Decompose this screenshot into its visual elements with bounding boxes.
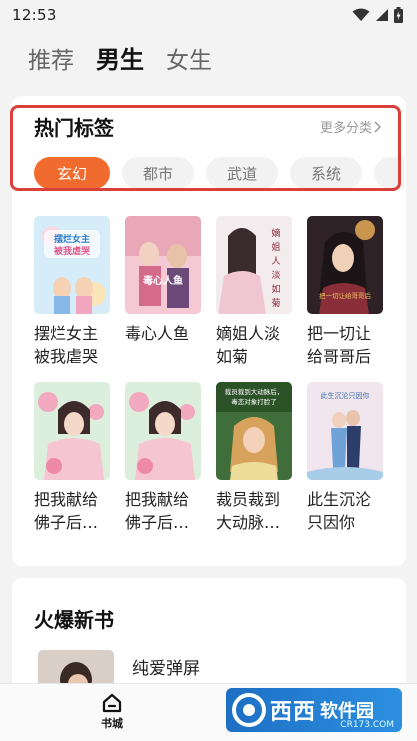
status-icons xyxy=(352,7,403,23)
watermark-url: CR173.COM xyxy=(340,720,394,730)
book-item[interactable]: 裁员裁到大动脉后， 毒恋对象打脸了 裁员裁到大动脉… xyxy=(216,382,292,534)
svg-text:裁员裁到大动脉后，: 裁员裁到大动脉后， xyxy=(225,387,284,396)
logo-icon xyxy=(232,693,266,727)
svg-text:摆烂女主: 摆烂女主 xyxy=(54,233,90,245)
status-bar: 12:53 xyxy=(0,0,417,30)
tag-chip[interactable]: 玄幻 xyxy=(34,157,110,189)
book-title: 摆烂女主被我虐哭 xyxy=(34,324,99,366)
book-item[interactable]: 摆烂女主 被我虐哭 摆烂女主被我虐哭 xyxy=(34,216,110,368)
watermark-logo: 西西 软件园 CR173.COM xyxy=(226,688,402,732)
home-icon xyxy=(102,693,122,713)
tab-female[interactable]: 女生 xyxy=(166,41,212,75)
nav-bookstore[interactable]: 书城 xyxy=(92,692,132,731)
signal-icon xyxy=(376,9,388,21)
book-cover xyxy=(34,382,110,480)
book-cover xyxy=(125,382,201,480)
book-cover: 裁员裁到大动脉后， 毒恋对象打脸了 xyxy=(216,382,292,480)
svg-text:此生沉沦只因你: 此生沉沦只因你 xyxy=(321,391,370,400)
book-cover: 摆烂女主 被我虐哭 xyxy=(34,216,110,314)
book-cover: 把一切让给哥哥后 xyxy=(307,216,383,314)
svg-text:姐: 姐 xyxy=(271,241,280,253)
tag-chip[interactable]: 系统 xyxy=(290,157,362,189)
book-title: 裁员裁到大动脉… xyxy=(216,490,281,532)
nav-bookstore-label: 书城 xyxy=(101,717,123,730)
book-title: 把一切让给哥哥后 xyxy=(307,324,372,366)
svg-text:人: 人 xyxy=(271,256,280,267)
book-item[interactable]: 把我献给佛子后… xyxy=(125,382,201,534)
tag-chip[interactable]: 都市 xyxy=(122,157,194,189)
book-title: 此生沉沦只因你 xyxy=(307,490,372,532)
book-title: 把我献给佛子后… xyxy=(125,490,190,532)
top-tabs: 推荐 男生 女生 xyxy=(28,40,212,75)
book-item[interactable]: 此生沉沦只因你 此生沉沦只因你 xyxy=(307,382,383,534)
svg-text:菊: 菊 xyxy=(271,298,280,309)
book-cover: 毒心人鱼 xyxy=(125,216,201,314)
watermark-text: 西西 xyxy=(270,700,317,725)
tab-recommend[interactable]: 推荐 xyxy=(28,41,74,75)
svg-text:把一切让给哥哥后: 把一切让给哥哥后 xyxy=(319,291,372,300)
tag-chip[interactable] xyxy=(374,157,404,189)
svg-text:毒心人鱼: 毒心人鱼 xyxy=(143,274,183,287)
wifi-icon xyxy=(352,8,370,21)
hot-tags-title: 热门标签 xyxy=(34,116,114,140)
battery-icon xyxy=(394,7,403,23)
tags-row: 玄幻 都市 武道 系统 xyxy=(34,157,404,189)
book-item[interactable]: 把一切让给哥哥后 把一切让给哥哥后 xyxy=(307,216,383,368)
svg-text:淡: 淡 xyxy=(271,270,280,281)
book-item[interactable]: 嫡 姐 人 淡 如 菊 嫡姐人淡如菊 xyxy=(216,216,292,368)
book-title: 把我献给佛子后… xyxy=(34,490,99,532)
svg-text:嫡: 嫡 xyxy=(271,227,280,239)
svg-text:毒恋对象打脸了: 毒恋对象打脸了 xyxy=(231,397,277,406)
more-categories-label: 更多分类 xyxy=(319,121,372,136)
more-categories-link[interactable]: 更多分类 xyxy=(320,117,381,136)
book-item[interactable]: 把我献给佛子后… xyxy=(34,382,110,534)
book-title: 毒心人鱼 xyxy=(125,324,190,343)
svg-text:被我虐哭: 被我虐哭 xyxy=(54,245,91,257)
book-grid: 摆烂女主 被我虐哭 摆烂女主被我虐哭 毒心人鱼 毒心人鱼 嫡 姐 人 淡 如 菊… xyxy=(34,216,383,534)
tag-chip[interactable]: 武道 xyxy=(206,157,278,189)
book-item[interactable]: 毒心人鱼 毒心人鱼 xyxy=(125,216,201,368)
svg-text:如: 如 xyxy=(271,283,280,295)
book-cover: 嫡 姐 人 淡 如 菊 xyxy=(216,216,292,314)
chevron-right-icon xyxy=(374,120,381,133)
status-time: 12:53 xyxy=(12,6,57,24)
book-cover: 此生沉沦只因你 xyxy=(307,382,383,480)
tab-male[interactable]: 男生 xyxy=(96,40,144,75)
new-books-title: 火爆新书 xyxy=(34,608,114,632)
book-title: 嫡姐人淡如菊 xyxy=(216,324,281,366)
